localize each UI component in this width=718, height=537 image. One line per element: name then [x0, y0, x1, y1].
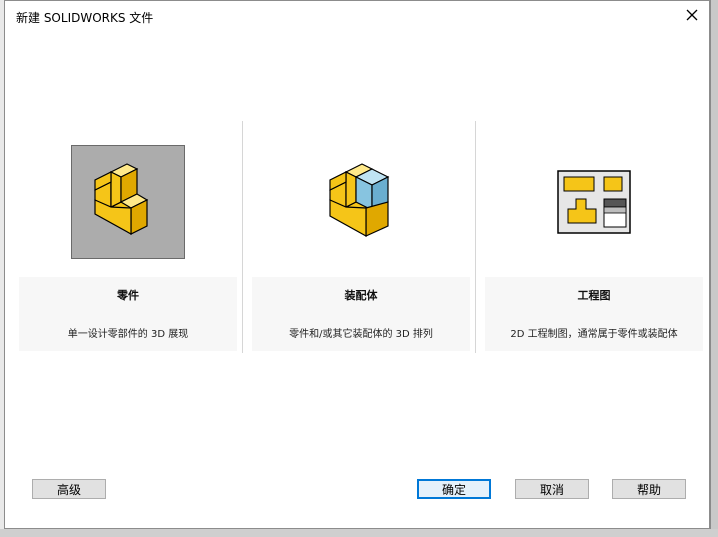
drawing-tile[interactable] [537, 145, 651, 259]
part-tile[interactable] [71, 145, 185, 259]
template-drawing[interactable]: 工程图 2D 工程制图，通常属于零件或装配体 [481, 121, 707, 353]
cancel-button[interactable]: 取消 [515, 479, 589, 499]
assembly-name: 装配体 [344, 289, 378, 302]
new-document-dialog: 新建 SOLIDWORKS 文件 零件 单一设计零部件的 3D 展现 装配体 零… [4, 0, 710, 529]
assembly-tile[interactable] [304, 145, 418, 259]
help-button[interactable]: 帮助 [612, 479, 686, 499]
divider [242, 121, 243, 353]
drawing-icon [557, 170, 631, 234]
assembly-icon [329, 163, 390, 238]
close-button[interactable] [681, 4, 703, 26]
drawing-description: 2D 工程制图，通常属于零件或装配体 [510, 329, 678, 340]
ok-button[interactable]: 确定 [417, 479, 491, 499]
divider [475, 121, 476, 353]
part-name: 零件 [117, 289, 139, 302]
part-icon [94, 163, 149, 236]
drawing-name: 工程图 [577, 289, 611, 302]
background-window-edge [710, 0, 718, 537]
advanced-button[interactable]: 高级 [32, 479, 106, 499]
template-assembly[interactable]: 装配体 零件和/或其它装配体的 3D 排列 [248, 121, 474, 353]
background-window-bottom [0, 529, 718, 537]
close-icon [686, 9, 698, 21]
part-description: 单一设计零部件的 3D 展现 [67, 329, 189, 340]
dialog-title: 新建 SOLIDWORKS 文件 [16, 11, 154, 25]
template-part[interactable]: 零件 单一设计零部件的 3D 展现 [15, 121, 241, 353]
assembly-description: 零件和/或其它装配体的 3D 排列 [289, 329, 433, 340]
